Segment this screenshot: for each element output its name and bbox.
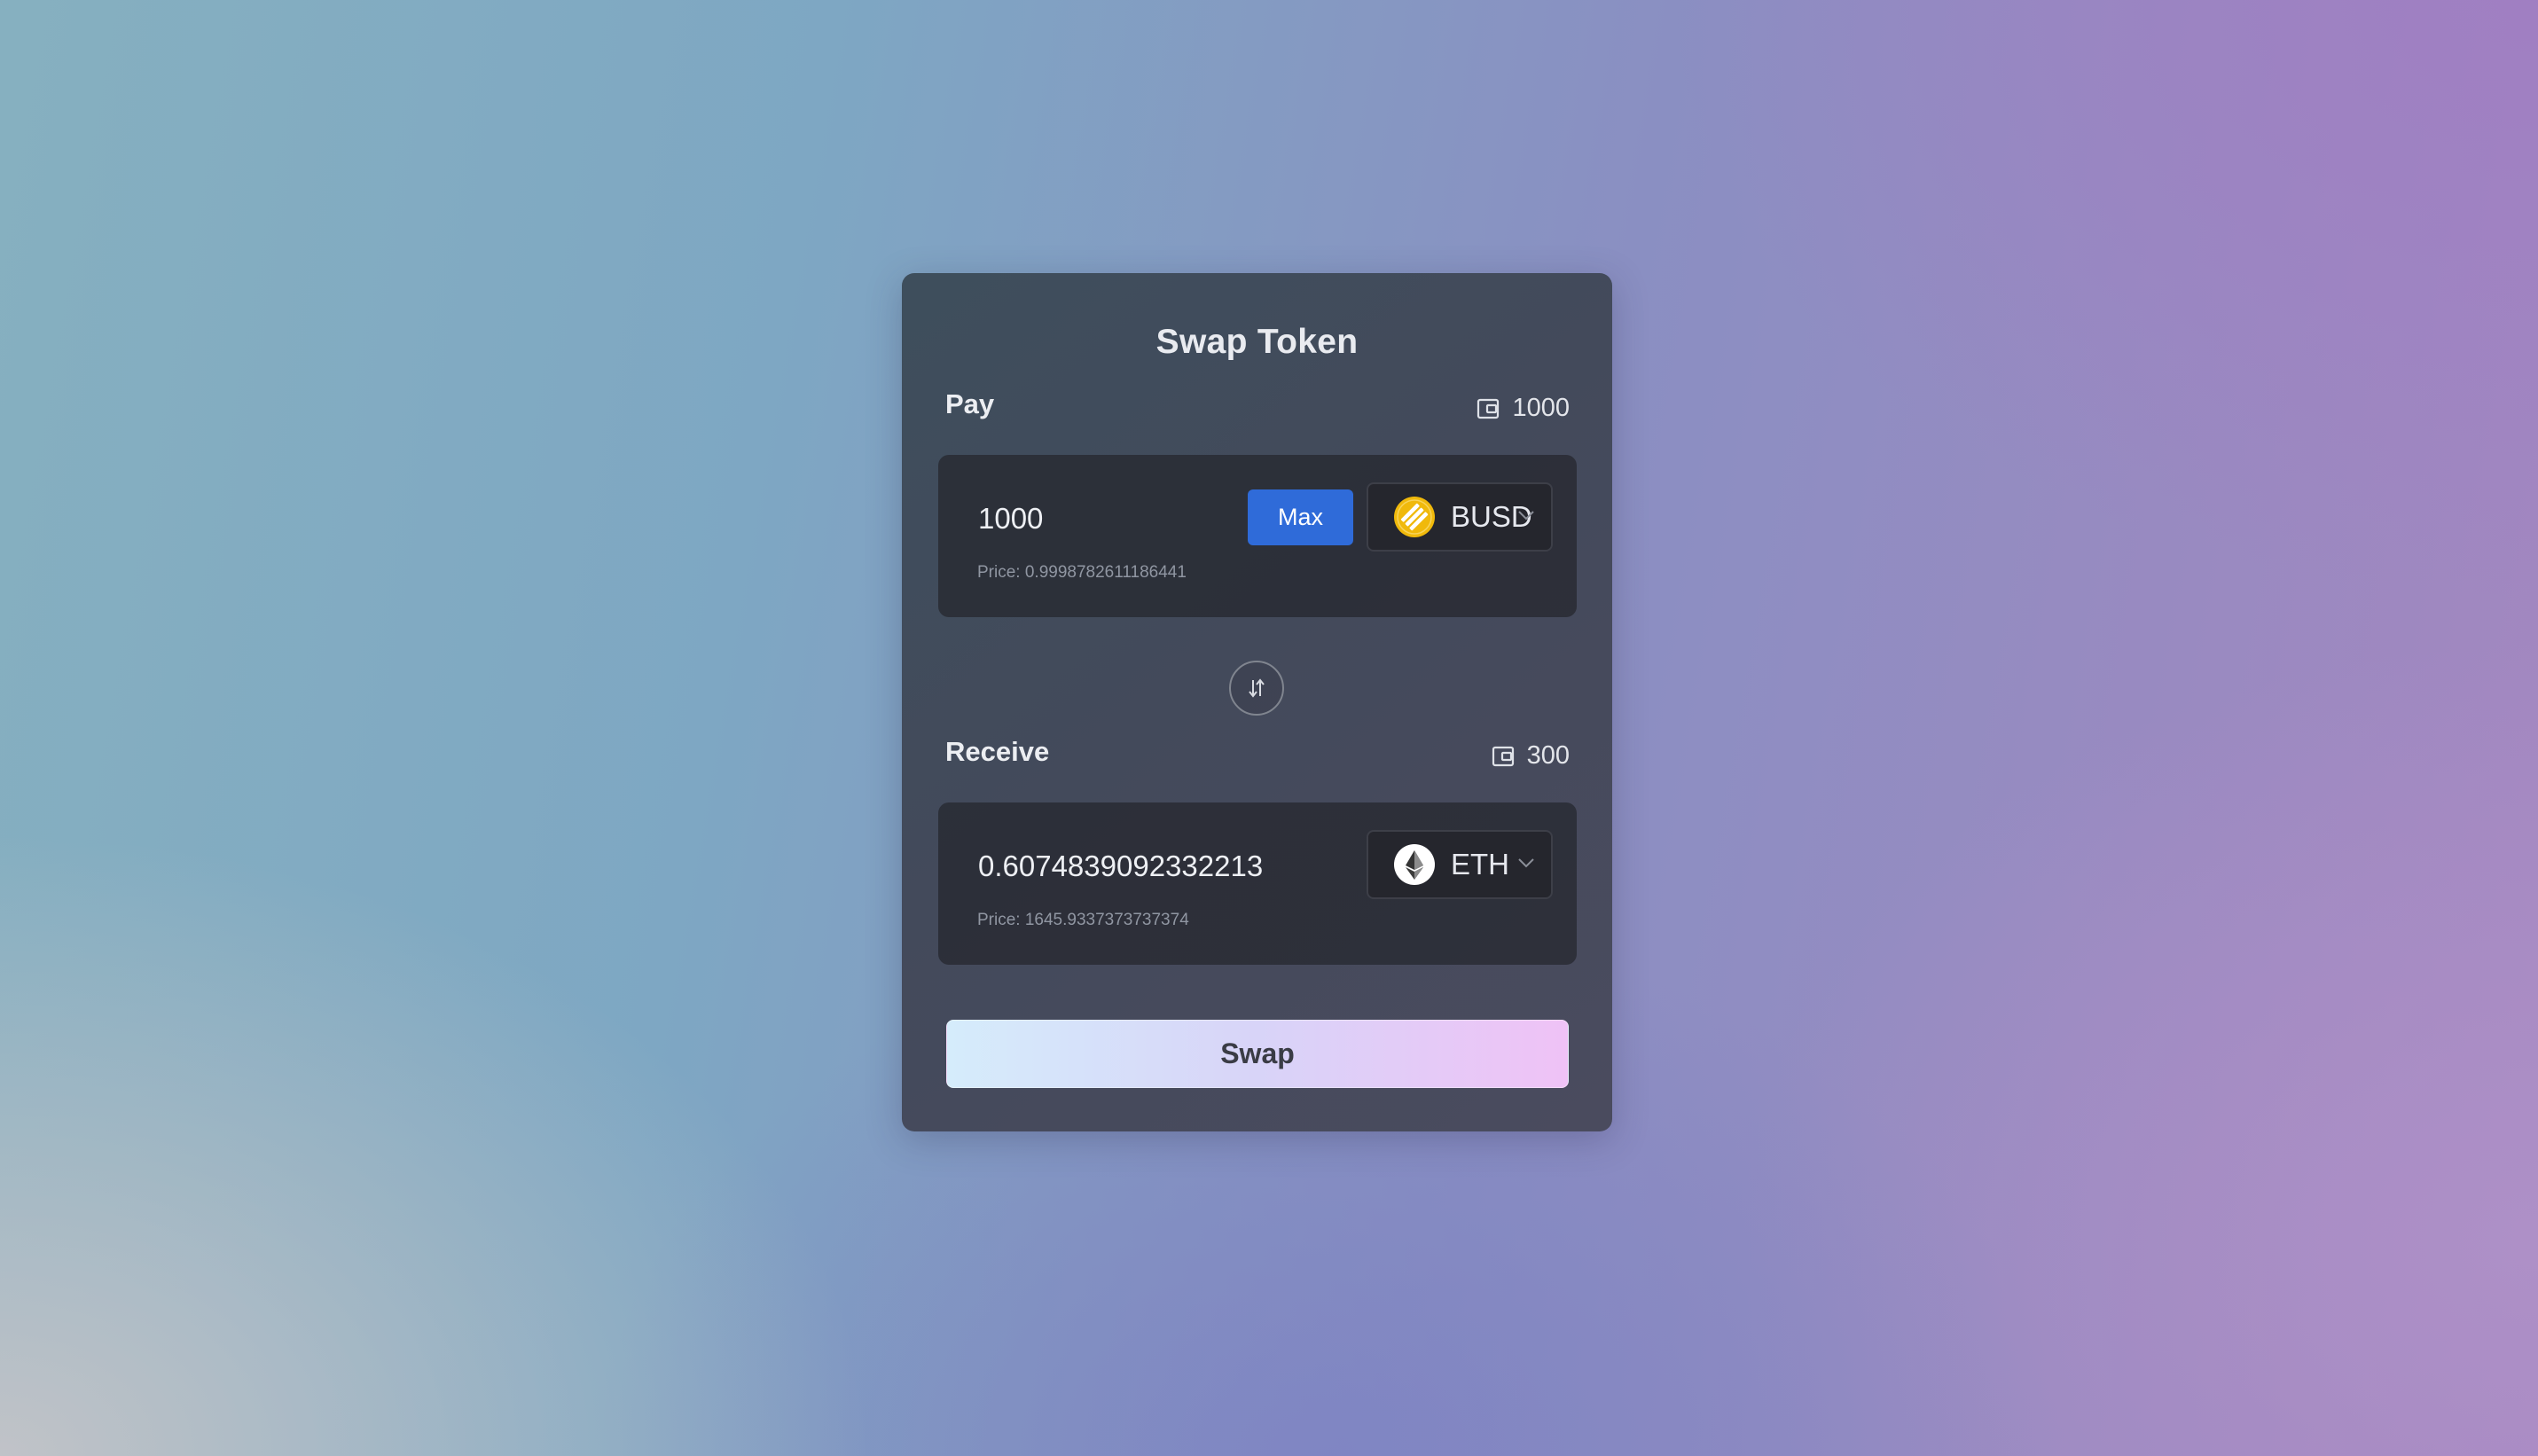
page-title: Swap Token [1155, 323, 1359, 361]
swap-arrows-icon [1249, 678, 1265, 698]
pay-balance-value: 1000 [1512, 394, 1570, 422]
wallet-icon [1492, 746, 1514, 766]
receive-amount-input[interactable] [978, 849, 1351, 883]
pay-price-text: Price: 0.9998782611186441 [977, 563, 1187, 582]
receive-balance-value: 300 [1526, 741, 1570, 770]
pay-label: Pay [945, 388, 995, 419]
receive-label: Receive [945, 736, 1050, 767]
switch-direction-button[interactable] [1229, 661, 1284, 716]
wallet-icon [1477, 398, 1500, 419]
pay-amount-input[interactable] [978, 502, 1244, 536]
pay-token-select[interactable]: BUSD [1367, 482, 1553, 552]
receive-panel: Price: 1645.9337373737374 ETH [938, 802, 1577, 965]
busd-token-icon [1394, 497, 1435, 537]
pay-panel: Price: 0.9998782611186441 Max BUSD [938, 455, 1577, 617]
max-button[interactable]: Max [1248, 489, 1353, 545]
receive-token-symbol: ETH [1451, 848, 1509, 881]
receive-balance: 300 [1492, 741, 1570, 771]
receive-price-text: Price: 1645.9337373737374 [977, 911, 1189, 929]
swap-card: Swap Token Pay 1000 Price: 0.99987826111… [902, 273, 1612, 1131]
receive-token-select[interactable]: ETH [1367, 830, 1553, 899]
chevron-down-icon [1518, 858, 1534, 868]
chevron-down-icon [1518, 511, 1534, 521]
pay-balance: 1000 [1477, 394, 1570, 423]
swap-button[interactable]: Swap [946, 1020, 1569, 1088]
eth-token-icon [1394, 844, 1435, 885]
